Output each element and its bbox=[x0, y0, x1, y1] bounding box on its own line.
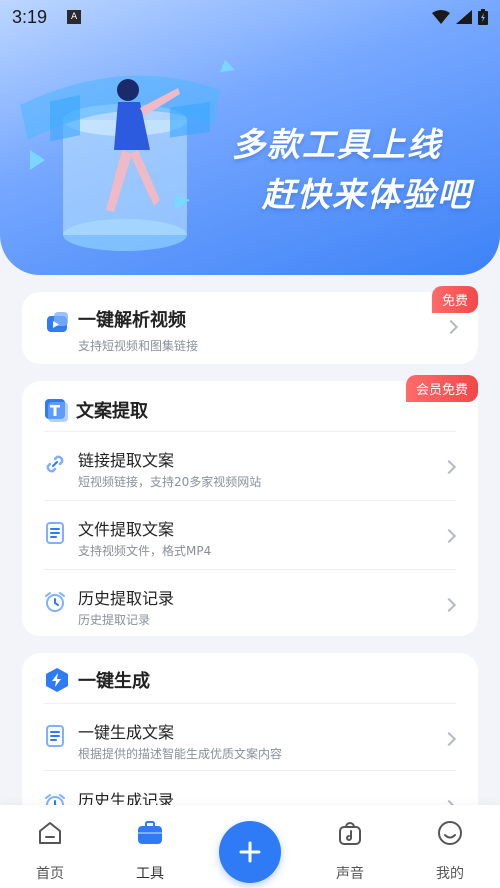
link-icon bbox=[46, 455, 64, 473]
row-extract-history[interactable]: 历史提取记录 历史提取记录 bbox=[44, 571, 457, 639]
copy-extract-title: 文案提取 bbox=[76, 401, 148, 422]
row-file-extract[interactable]: 文件提取文案 支持视频文件，格式MP4 bbox=[44, 502, 457, 570]
row-title: 历史提取记录 bbox=[78, 589, 175, 608]
chevron-right-icon bbox=[441, 528, 457, 544]
bottom-tab-bar: 首页 工具 声音 我的 bbox=[0, 805, 500, 888]
tab-label: 首页 bbox=[36, 866, 64, 882]
row-subtitle: 短视频链接，支持20多家视频网站 bbox=[78, 475, 262, 489]
row-title: 链接提取文案 bbox=[78, 451, 175, 470]
video-parse-icon bbox=[47, 312, 68, 332]
divider bbox=[44, 770, 456, 771]
row-link-extract[interactable]: 链接提取文案 短视频链接，支持20多家视频网站 bbox=[44, 433, 457, 501]
row-generate-copy[interactable]: 一键生成文案 根据提供的描述智能生成优质文案内容 bbox=[44, 705, 457, 773]
chevron-right-icon bbox=[441, 459, 457, 475]
signal-icon bbox=[456, 10, 472, 24]
toolbox-icon bbox=[138, 821, 162, 844]
smiley-icon bbox=[438, 821, 462, 845]
row-subtitle: 支持视频文件，格式MP4 bbox=[78, 544, 212, 558]
member-free-badge: 会员免费 bbox=[405, 375, 478, 402]
generate-title: 一键生成 bbox=[78, 671, 150, 692]
row-subtitle: 根据提供的描述智能生成优质文案内容 bbox=[78, 747, 283, 761]
home-icon bbox=[39, 822, 61, 844]
status-time: 3:19 bbox=[12, 6, 48, 27]
free-badge: 免费 bbox=[431, 286, 478, 313]
status-icons bbox=[432, 9, 488, 25]
battery-charging-icon bbox=[478, 9, 488, 25]
tab-label: 我的 bbox=[436, 866, 464, 882]
row-subtitle: 历史提取记录 bbox=[78, 613, 151, 627]
row-title: 文件提取文案 bbox=[78, 520, 175, 539]
lightning-icon bbox=[46, 668, 68, 692]
tab-label: 声音 bbox=[336, 866, 364, 882]
document-icon bbox=[46, 725, 64, 747]
chevron-right-icon bbox=[441, 597, 457, 613]
a-text-icon: A bbox=[67, 10, 82, 24]
divider bbox=[44, 569, 456, 570]
hero-banner: 3:19 A 多款工具上线 赶快来体验吧 bbox=[0, 0, 500, 275]
tab-label: 工具 bbox=[136, 866, 164, 882]
copy-extract-card: 会员免费 文案提取 链接提取文案 短视频链接，支持20多家视频网站 文件提取文案… bbox=[22, 375, 478, 639]
video-parse-title: 一键解析视频 bbox=[78, 310, 186, 331]
tab-tools[interactable]: 工具 bbox=[110, 805, 190, 888]
hero-illustration bbox=[20, 60, 235, 251]
hero-headline-2: 赶快来体验吧 bbox=[262, 175, 472, 214]
text-t-icon bbox=[45, 399, 68, 422]
wifi-icon bbox=[432, 10, 450, 24]
tab-profile[interactable]: 我的 bbox=[410, 805, 490, 888]
chevron-right-icon bbox=[443, 319, 459, 335]
divider bbox=[44, 500, 456, 501]
video-parse-card[interactable]: 免费 一键解析视频 支持短视频和图集链接 bbox=[22, 286, 478, 364]
divider bbox=[44, 431, 456, 432]
divider bbox=[44, 703, 456, 704]
status-bar: 3:19 A bbox=[0, 0, 500, 34]
copy-extract-header: 文案提取 bbox=[44, 397, 148, 423]
music-bag-icon bbox=[339, 822, 361, 845]
add-button[interactable] bbox=[219, 821, 281, 883]
chevron-right-icon bbox=[441, 731, 457, 747]
video-parse-subtitle: 支持短视频和图集链接 bbox=[78, 339, 199, 353]
row-title: 一键生成文案 bbox=[78, 723, 175, 742]
tab-home[interactable]: 首页 bbox=[10, 805, 90, 888]
alarm-clock-icon bbox=[45, 592, 65, 612]
generate-header: 一键生成 bbox=[44, 667, 150, 693]
tab-sound[interactable]: 声音 bbox=[310, 805, 390, 888]
document-icon bbox=[46, 522, 64, 544]
plus-icon bbox=[239, 841, 261, 863]
hero-headline-1: 多款工具上线 bbox=[232, 125, 442, 164]
